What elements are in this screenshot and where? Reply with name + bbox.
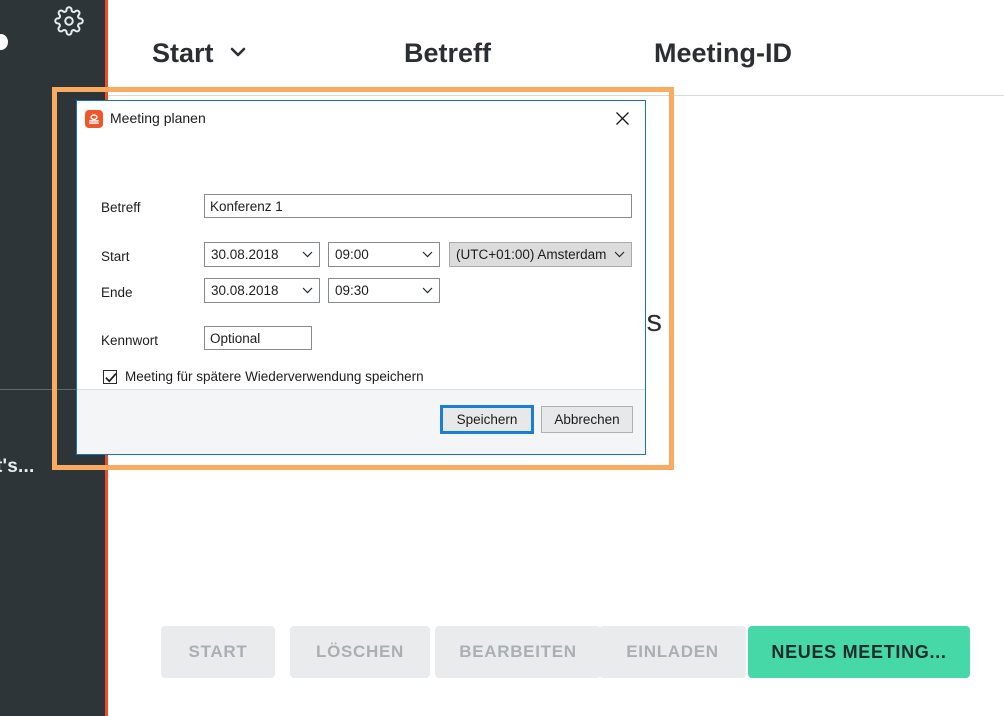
label-kennwort: Kennwort [101, 333, 159, 348]
meeting-list-column-headers: Start Betreff Meeting-ID [108, 38, 1004, 82]
column-header-start-label: Start [152, 38, 214, 68]
end-time-combobox[interactable]: 09:30 [328, 278, 440, 303]
column-header-divider [108, 95, 1004, 96]
betreff-input[interactable] [204, 194, 632, 218]
save-for-reuse-row[interactable]: Meeting für spätere Wiederverwendung spe… [103, 369, 424, 384]
chevron-down-icon [229, 34, 247, 65]
dialog-body: Betreff Start 30.08.2018 09:00 (UTC+01:0… [77, 137, 645, 389]
chevron-down-icon [415, 243, 439, 266]
column-header-start[interactable]: Start [152, 38, 247, 69]
save-for-reuse-checkbox[interactable] [103, 369, 117, 384]
dialog-titlebar[interactable]: Meeting planen [77, 101, 645, 137]
chevron-down-icon [295, 243, 319, 266]
save-button[interactable]: Speichern [440, 405, 534, 434]
timezone-combobox[interactable]: (UTC+01:00) Amsterdam [449, 242, 632, 267]
sidebar-item-chat-label[interactable]: t's... [0, 456, 66, 478]
end-time-value: 09:30 [335, 283, 369, 298]
cancel-button[interactable]: Abbrechen [541, 406, 633, 433]
start-button[interactable]: START [161, 626, 275, 678]
end-date-value: 30.08.2018 [211, 283, 279, 298]
chevron-down-icon [607, 243, 631, 266]
label-betreff: Betreff [101, 200, 141, 215]
zoom-app-icon [85, 110, 103, 128]
new-meeting-button[interactable]: NEUES MEETING... [748, 626, 970, 678]
start-time-value: 09:00 [335, 247, 369, 262]
label-ende: Ende [101, 285, 133, 300]
dialog-title: Meeting planen [110, 110, 206, 126]
timezone-value: (UTC+01:00) Amsterdam [456, 247, 607, 262]
start-date-value: 30.08.2018 [211, 247, 279, 262]
column-header-betreff[interactable]: Betreff [404, 38, 491, 69]
chevron-down-icon [295, 279, 319, 302]
action-bar: START LÖSCHEN BEARBEITEN EINLADEN NEUES … [108, 616, 1004, 716]
save-for-reuse-label: Meeting für spätere Wiederverwendung spe… [125, 369, 424, 384]
end-date-combobox[interactable]: 30.08.2018 [204, 278, 320, 303]
label-start: Start [101, 249, 130, 264]
schedule-meeting-dialog: Meeting planen Betreff Start 30.08.2018 … [76, 100, 646, 455]
gear-icon[interactable] [54, 6, 84, 36]
chevron-down-icon [415, 279, 439, 302]
dialog-footer: Speichern Abbrechen [77, 389, 645, 454]
start-time-combobox[interactable]: 09:00 [328, 242, 440, 267]
close-icon[interactable] [599, 101, 645, 135]
delete-button[interactable]: LÖSCHEN [290, 626, 430, 678]
column-header-meeting-id[interactable]: Meeting-ID [654, 38, 792, 69]
kennwort-input[interactable] [204, 326, 312, 350]
invite-button[interactable]: EINLADEN [599, 626, 746, 678]
edit-button[interactable]: BEARBEITEN [435, 626, 601, 678]
start-date-combobox[interactable]: 30.08.2018 [204, 242, 320, 267]
avatar[interactable] [0, 34, 8, 50]
